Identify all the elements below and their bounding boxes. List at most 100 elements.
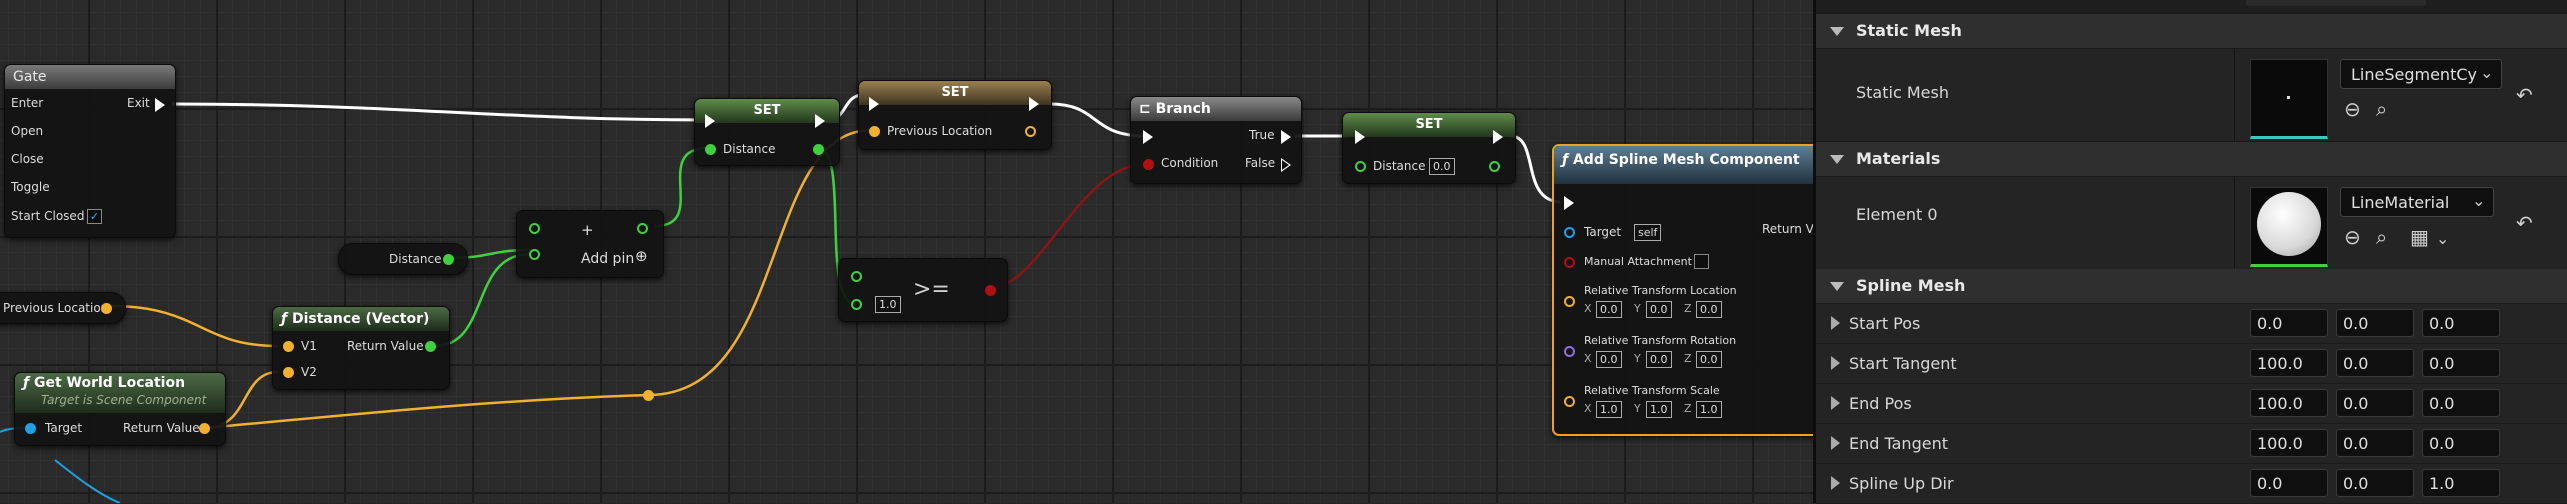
spline-up-dir-z[interactable]: 1.0 xyxy=(2422,469,2500,497)
end-tangent-y[interactable]: 0.0 xyxy=(2336,429,2414,457)
expand-arrow-icon[interactable] xyxy=(1831,316,1840,330)
add-pin-icon[interactable]: ⊕ xyxy=(635,247,648,265)
set2-exec-in[interactable] xyxy=(869,97,879,111)
add-pin-label[interactable]: Add pin xyxy=(581,251,634,267)
end-tangent-x[interactable]: 100.0 xyxy=(2250,429,2328,457)
start-tangent-y[interactable]: 0.0 xyxy=(2336,349,2414,377)
set-distance-in-pin[interactable] xyxy=(705,144,716,155)
set3-distance-value[interactable]: 0.0 xyxy=(1429,158,1455,175)
asm-relloc-z[interactable]: 0.0 xyxy=(1696,301,1722,318)
browse-icon[interactable]: ⌕ xyxy=(2376,227,2387,247)
set-previous-location-node[interactable]: SET Previous Location xyxy=(858,80,1052,150)
start-pos-x[interactable]: 0.0 xyxy=(2250,309,2328,337)
section-static-mesh[interactable]: Static Mesh xyxy=(1816,14,2567,48)
end-pos-x[interactable]: 100.0 xyxy=(2250,389,2328,417)
expand-arrow-icon[interactable] xyxy=(1831,356,1840,370)
set2-exec-out[interactable] xyxy=(1029,97,1039,111)
asm-relloc-pin[interactable] xyxy=(1564,296,1575,307)
reroute-node[interactable] xyxy=(643,390,654,401)
asm-relrot-z[interactable]: 0.0 xyxy=(1696,351,1722,368)
chevron-down-icon[interactable]: ⌄ xyxy=(2436,229,2449,249)
set-distance-out-pin[interactable] xyxy=(813,144,824,155)
asm-target-value[interactable]: self xyxy=(1634,224,1662,241)
distance-getter-pin[interactable] xyxy=(443,254,454,265)
expand-arrow-icon[interactable] xyxy=(1831,436,1840,450)
end-pos-z[interactable]: 0.0 xyxy=(2422,389,2500,417)
set-exec-out[interactable] xyxy=(815,114,825,128)
set-exec-in[interactable] xyxy=(705,114,715,128)
add-spline-mesh-node[interactable]: ƒ Add Spline Mesh Component Target self … xyxy=(1552,144,1813,436)
gate-node[interactable]: Gate Enter Exit Open Close Toggle Start … xyxy=(4,64,176,238)
greater-equal-node[interactable]: 1.0 >= xyxy=(838,258,1008,322)
branch-true-pin[interactable] xyxy=(1281,130,1291,144)
end-tangent-z[interactable]: 0.0 xyxy=(2422,429,2500,457)
chevron-down-icon[interactable]: ⌄ xyxy=(2480,63,2493,83)
asm-relscale-x[interactable]: 1.0 xyxy=(1596,401,1622,418)
section-materials[interactable]: Materials xyxy=(1816,142,2567,176)
asm-relscale-z[interactable]: 1.0 xyxy=(1696,401,1722,418)
checker-icon[interactable]: ▦ xyxy=(2410,227,2429,247)
use-selected-icon[interactable]: ⊖ xyxy=(2344,227,2361,247)
reset-arrow-icon[interactable]: ↶ xyxy=(2516,85,2533,105)
set3-exec-out[interactable] xyxy=(1493,130,1503,144)
start-closed-checkbox[interactable]: ✓ xyxy=(87,209,102,224)
previous-location-getter-node[interactable]: Previous Location xyxy=(0,292,126,324)
static-mesh-combo[interactable]: LineSegmentCy xyxy=(2340,59,2502,89)
material-combo[interactable]: LineMaterial xyxy=(2340,187,2494,217)
spline-up-dir-x[interactable]: 0.0 xyxy=(2250,469,2328,497)
compare-in-a[interactable] xyxy=(851,271,862,282)
start-pos-z[interactable]: 0.0 xyxy=(2422,309,2500,337)
dv-return-pin[interactable] xyxy=(425,341,436,352)
material-thumbnail[interactable] xyxy=(2250,187,2328,267)
spline-up-dir-y[interactable]: 0.0 xyxy=(2336,469,2414,497)
column-splitter[interactable] xyxy=(2234,49,2235,141)
end-pos-y[interactable]: 0.0 xyxy=(2336,389,2414,417)
branch-false-pin[interactable] xyxy=(1281,158,1291,172)
start-pos-y[interactable]: 0.0 xyxy=(2336,309,2414,337)
column-splitter[interactable] xyxy=(2234,177,2235,269)
start-tangent-x[interactable]: 100.0 xyxy=(2250,349,2328,377)
blueprint-graph[interactable]: Gate Enter Exit Open Close Toggle Start … xyxy=(0,0,1813,503)
asm-relloc-y[interactable]: 0.0 xyxy=(1646,301,1672,318)
set3-distance-out-pin[interactable] xyxy=(1489,161,1500,172)
set-distance-node[interactable]: SET Distance xyxy=(694,98,840,166)
add-in-b[interactable] xyxy=(529,249,540,260)
distance-vector-node[interactable]: ƒ Distance (Vector) V1 Return Value V2 xyxy=(272,306,450,390)
start-tangent-z[interactable]: 0.0 xyxy=(2422,349,2500,377)
prevloc-getter-pin[interactable] xyxy=(101,303,112,314)
asm-relscale-pin[interactable] xyxy=(1564,396,1575,407)
set2-prevloc-in-pin[interactable] xyxy=(869,126,880,137)
compare-in-b[interactable] xyxy=(851,299,862,310)
static-mesh-thumbnail[interactable] xyxy=(2250,59,2328,139)
set3-distance-in-pin[interactable] xyxy=(1355,161,1366,172)
branch-node[interactable]: ⊏ Branch True Condition False xyxy=(1130,96,1302,184)
asm-relloc-x[interactable]: 0.0 xyxy=(1596,301,1622,318)
gate-exit-pin[interactable] xyxy=(155,98,165,112)
set-distance-reset-node[interactable]: SET Distance 0.0 xyxy=(1342,112,1516,184)
dv-v1-pin[interactable] xyxy=(283,341,294,352)
asm-exec-in[interactable] xyxy=(1564,196,1574,210)
reset-arrow-icon[interactable]: ↶ xyxy=(2516,213,2533,233)
use-selected-icon[interactable]: ⊖ xyxy=(2344,99,2361,119)
add-in-a[interactable] xyxy=(529,223,540,234)
compare-out[interactable] xyxy=(985,285,996,296)
add-node[interactable]: + Add pin ⊕ xyxy=(516,210,664,278)
manual-attachment-checkbox[interactable] xyxy=(1694,254,1709,269)
asm-relrot-y[interactable]: 0.0 xyxy=(1646,351,1672,368)
asm-relrot-pin[interactable] xyxy=(1564,346,1575,357)
branch-condition-pin[interactable] xyxy=(1143,159,1154,170)
set2-prevloc-out-pin[interactable] xyxy=(1025,126,1036,137)
gwl-target-pin[interactable] xyxy=(25,423,36,434)
chevron-down-icon[interactable]: ⌄ xyxy=(2472,191,2485,211)
expand-arrow-icon[interactable] xyxy=(1831,396,1840,410)
gwl-return-pin[interactable] xyxy=(199,423,210,434)
asm-relrot-x[interactable]: 0.0 xyxy=(1596,351,1622,368)
asm-manual-pin[interactable] xyxy=(1564,257,1575,268)
expand-arrow-icon[interactable] xyxy=(1831,476,1840,490)
dv-v2-pin[interactable] xyxy=(283,367,294,378)
branch-exec-in[interactable] xyxy=(1143,130,1153,144)
section-spline-mesh[interactable]: Spline Mesh xyxy=(1816,269,2567,303)
get-world-location-node[interactable]: ƒ Get World Location Target is Scene Com… xyxy=(14,372,226,446)
asm-relscale-y[interactable]: 1.0 xyxy=(1646,401,1672,418)
add-out[interactable] xyxy=(637,223,648,234)
